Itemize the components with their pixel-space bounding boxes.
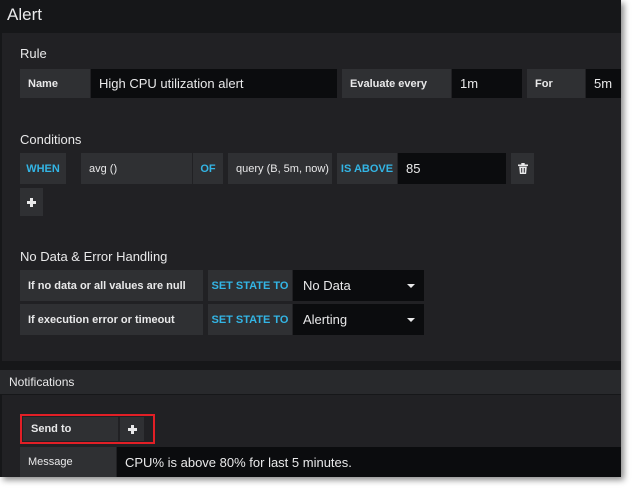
is-above-keyword[interactable]: IS ABOVE (337, 153, 397, 184)
of-keyword: OF (193, 153, 223, 184)
no-data-state-select[interactable]: No Data (293, 270, 424, 301)
name-input[interactable]: High CPU utilization alert (91, 69, 337, 98)
set-state-keyword: SET STATE TO (208, 304, 292, 335)
no-data-condition-label: If no data or all values are null (20, 270, 203, 301)
alert-editor: Alert Rule Name High CPU utilization ale… (0, 0, 621, 477)
threshold-input[interactable]: 85 (398, 153, 506, 184)
no-data-state-value: No Data (303, 278, 351, 293)
for-input[interactable]: 5m (586, 69, 621, 98)
error-state-select[interactable]: Alerting (293, 304, 424, 335)
page-title: Alert (7, 5, 42, 24)
add-condition-button[interactable] (20, 188, 43, 216)
chevron-down-icon (407, 317, 415, 322)
message-label: Message (20, 447, 116, 477)
notifications-header (0, 370, 621, 394)
error-state-value: Alerting (303, 312, 348, 327)
for-label: For (527, 69, 585, 98)
message-input[interactable]: CPU% is above 80% for last 5 minutes. (117, 447, 621, 477)
reducer-select[interactable]: avg () (81, 153, 192, 184)
chevron-down-icon (407, 283, 415, 288)
error-condition-label: If execution error or timeout (20, 304, 203, 335)
rule-section-title: Rule (20, 46, 47, 61)
trash-icon (517, 163, 528, 174)
query-select[interactable]: query (B, 5m, now) (228, 153, 332, 184)
plus-icon (27, 197, 36, 207)
set-state-keyword: SET STATE TO (208, 270, 292, 301)
evaluate-every-input[interactable]: 1m (452, 69, 522, 98)
notifications-section-title: Notifications (9, 375, 75, 389)
conditions-section-title: Conditions (20, 132, 82, 147)
name-label: Name (20, 69, 90, 98)
when-keyword: WHEN (20, 153, 66, 184)
send-to-highlight (20, 414, 155, 444)
delete-condition-button[interactable] (511, 153, 534, 184)
no-data-section-title: No Data & Error Handling (20, 249, 168, 264)
evaluate-every-label: Evaluate every (342, 69, 451, 98)
